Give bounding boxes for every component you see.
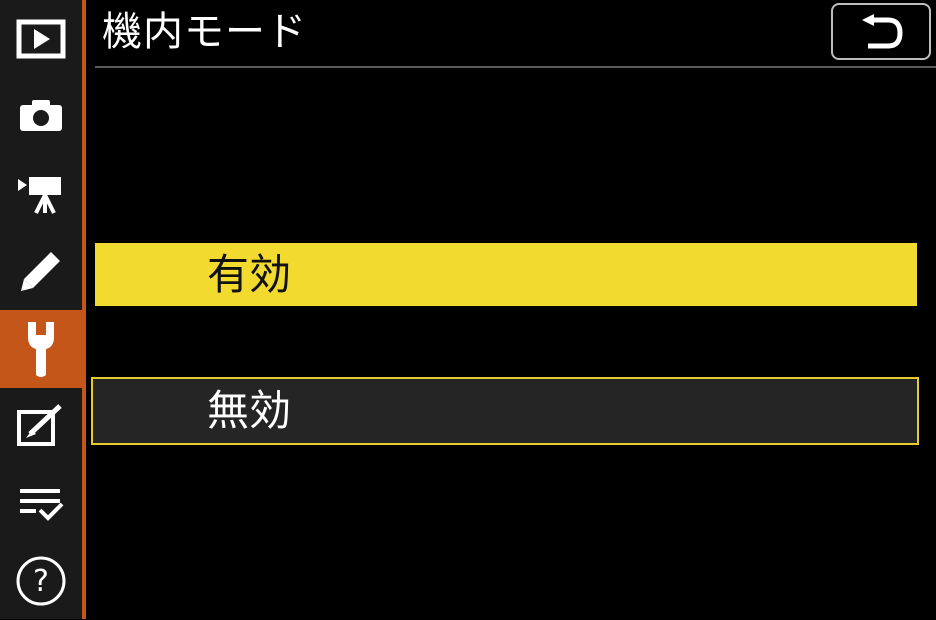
wrench-icon (28, 322, 54, 377)
option-label: 有効 (207, 249, 292, 299)
pencil-icon (21, 252, 60, 291)
playback-icon (16, 19, 66, 59)
movie-camera-icon (18, 177, 61, 214)
back-button[interactable] (831, 3, 931, 60)
option-label: 無効 (207, 386, 292, 435)
help-icon: ? (16, 556, 66, 606)
tab-movie-recording[interactable] (0, 155, 82, 233)
option-enabled[interactable]: 有効 (95, 243, 917, 306)
page-title: 機内モード (102, 9, 307, 55)
svg-text:?: ? (33, 564, 49, 599)
tab-photo-shooting[interactable] (0, 76, 82, 154)
tab-setup[interactable] (0, 310, 82, 388)
camera-icon (20, 100, 62, 131)
tab-help[interactable]: ? (0, 542, 82, 620)
tab-playback[interactable] (0, 0, 82, 78)
tab-my-menu[interactable] (0, 466, 82, 544)
checklist-icon (20, 489, 64, 521)
return-arrow-icon (862, 13, 903, 48)
sidebar-menu: ? (0, 0, 86, 619)
retouch-icon (17, 404, 62, 446)
option-disabled[interactable]: 無効 (91, 377, 919, 445)
tab-custom-settings[interactable] (0, 232, 82, 310)
header-divider (95, 66, 936, 68)
tab-retouch[interactable] (0, 386, 82, 464)
